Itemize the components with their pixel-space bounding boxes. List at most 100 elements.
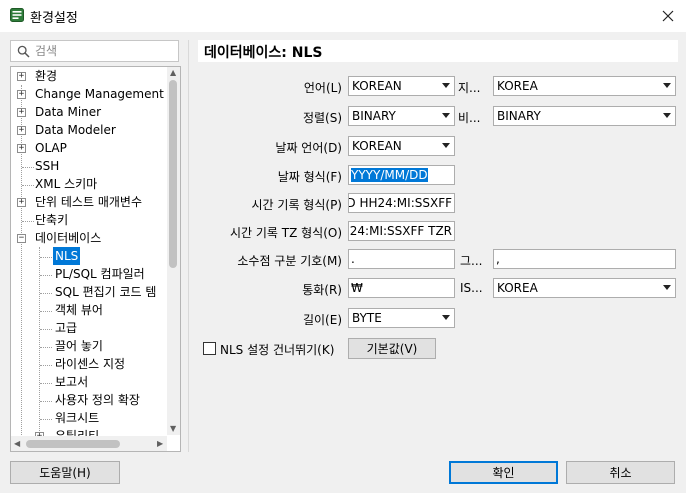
expand-icon[interactable]: + — [17, 108, 26, 117]
search-input[interactable] — [35, 43, 175, 59]
tree-guide — [40, 329, 52, 330]
group-separator-input[interactable]: , — [493, 249, 676, 269]
tree-item-label: 워크시트 — [55, 411, 100, 425]
timestamp-format-value: D HH24:MI:SSXFF — [348, 196, 452, 210]
tree-guide — [40, 383, 52, 384]
ok-button[interactable]: 확인 — [449, 461, 558, 484]
tree-item-label: 보고서 — [55, 375, 89, 389]
help-button[interactable]: 도움말(H) — [10, 461, 120, 484]
search-icon — [17, 45, 30, 58]
chevron-down-icon — [442, 315, 450, 320]
tree-guide — [40, 419, 52, 420]
tree-horizontal-scroll-thumb[interactable] — [26, 440, 120, 448]
expand-icon[interactable]: + — [17, 72, 26, 81]
territory-label: 지... — [458, 81, 481, 95]
territory-select[interactable]: KOREA — [493, 76, 676, 96]
expand-icon[interactable]: + — [17, 144, 26, 153]
tree-item-label: 사용자 정의 확장 — [55, 393, 140, 407]
decimal-separator-value: . — [351, 252, 355, 266]
sort-label: 정렬(S) — [302, 111, 342, 125]
chevron-down-icon — [663, 285, 671, 290]
tree-vertical-scroll-thumb[interactable] — [169, 80, 177, 268]
expand-icon[interactable]: + — [17, 126, 26, 135]
tree-item-label: PL/SQL 컴파일러 — [55, 267, 145, 281]
collapse-icon[interactable]: − — [17, 234, 26, 243]
group-separator-label: 그... — [460, 254, 483, 268]
tree-item-label: 고급 — [55, 321, 78, 335]
sort-value: BINARY — [352, 109, 396, 123]
app-icon — [10, 8, 24, 22]
timestamp-tz-format-value: I24:MI:SSXFF TZR — [348, 224, 452, 238]
chevron-down-icon — [442, 143, 450, 148]
tree-item-label: Data Miner — [35, 105, 102, 119]
close-button[interactable] — [650, 0, 686, 32]
tree-item-label: 라이센스 지정 — [55, 357, 126, 371]
comparison-select[interactable]: BINARY — [493, 106, 676, 126]
tree-guide — [40, 257, 52, 258]
chevron-down-icon — [663, 113, 671, 118]
date-language-select[interactable]: KOREAN — [348, 136, 455, 156]
scroll-right-icon[interactable]: ▶ — [157, 440, 163, 448]
length-label: 길이(E) — [302, 313, 342, 327]
comparison-value: BINARY — [497, 109, 541, 123]
search-box[interactable] — [10, 40, 179, 62]
preferences-tree: + 환경 + Change Management D + Data Miner … — [10, 66, 181, 452]
tree-guide — [40, 365, 52, 366]
currency-input[interactable]: ₩ — [348, 278, 455, 298]
chevron-down-icon — [442, 83, 450, 88]
length-value: BYTE — [352, 311, 382, 325]
tree-guide — [40, 347, 52, 348]
date-format-value: YYYY/MM/DD — [351, 168, 428, 182]
tree-item-label: 끌어 놓기 — [55, 339, 103, 353]
timestamp-tz-format-input[interactable]: I24:MI:SSXFF TZR — [348, 221, 455, 241]
tree-guide — [40, 293, 52, 294]
tree-guide — [40, 275, 52, 276]
scroll-up-icon[interactable]: ▲ — [170, 69, 176, 77]
language-select[interactable]: KOREAN — [348, 76, 455, 96]
scroll-left-icon[interactable]: ◀ — [14, 440, 20, 448]
close-icon — [662, 10, 674, 22]
tree-item-label: NLS — [53, 247, 81, 265]
decimal-separator-label: 소수점 구분 기호(M) — [237, 254, 342, 268]
timestamp-format-label: 시간 기록 형식(P) — [251, 198, 342, 212]
expand-icon[interactable]: + — [17, 90, 26, 99]
sort-select[interactable]: BINARY — [348, 106, 455, 126]
currency-label: 통화(R) — [302, 283, 342, 297]
timestamp-tz-format-label: 시간 기록 TZ 형식(O) — [229, 226, 342, 240]
territory-value: KOREA — [497, 79, 538, 93]
group-separator-value: , — [496, 252, 500, 266]
scroll-down-icon[interactable]: ▼ — [170, 425, 176, 433]
decimal-separator-input[interactable]: . — [348, 249, 455, 269]
iso-currency-select[interactable]: KOREA — [493, 278, 676, 298]
tree-item-label: 단위 테스트 매개변수 — [35, 195, 142, 209]
timestamp-format-input[interactable]: D HH24:MI:SSXFF — [348, 193, 455, 213]
chevron-down-icon — [442, 113, 450, 118]
tree-item-label: 단축키 — [35, 213, 69, 227]
date-language-label: 날짜 언어(D) — [275, 141, 342, 155]
title-bar — [0, 0, 686, 32]
tree-guide — [22, 167, 34, 168]
tree-item-label: SSH — [35, 159, 60, 173]
date-format-label: 날짜 형식(F) — [277, 170, 342, 184]
chevron-down-icon — [663, 83, 671, 88]
currency-value: ₩ — [351, 281, 363, 295]
language-value: KOREAN — [352, 79, 402, 93]
panel-divider — [188, 40, 189, 452]
iso-currency-label: IS... — [460, 281, 483, 295]
tree-item-label: SQL 편집기 코드 템 — [55, 285, 157, 299]
tree-guide — [22, 185, 34, 186]
language-label: 언어(L) — [303, 81, 342, 95]
skip-nls-checkbox[interactable] — [203, 342, 216, 355]
panel-title: 데이터베이스: NLS — [204, 45, 323, 61]
tree-guide — [40, 401, 52, 402]
skip-nls-label[interactable]: NLS 설정 건너뛰기(K) — [220, 341, 334, 358]
tree-item-label: 객체 뷰어 — [55, 303, 103, 317]
tree-item-label: OLAP — [35, 141, 67, 155]
tree-item-label: Data Modeler — [35, 123, 116, 137]
date-format-input[interactable]: YYYY/MM/DD — [348, 165, 455, 185]
cancel-button[interactable]: 취소 — [566, 461, 675, 484]
comparison-label: 비... — [458, 111, 481, 125]
length-select[interactable]: BYTE — [348, 308, 455, 328]
defaults-button[interactable]: 기본값(V) — [348, 338, 436, 359]
expand-icon[interactable]: + — [17, 198, 26, 207]
